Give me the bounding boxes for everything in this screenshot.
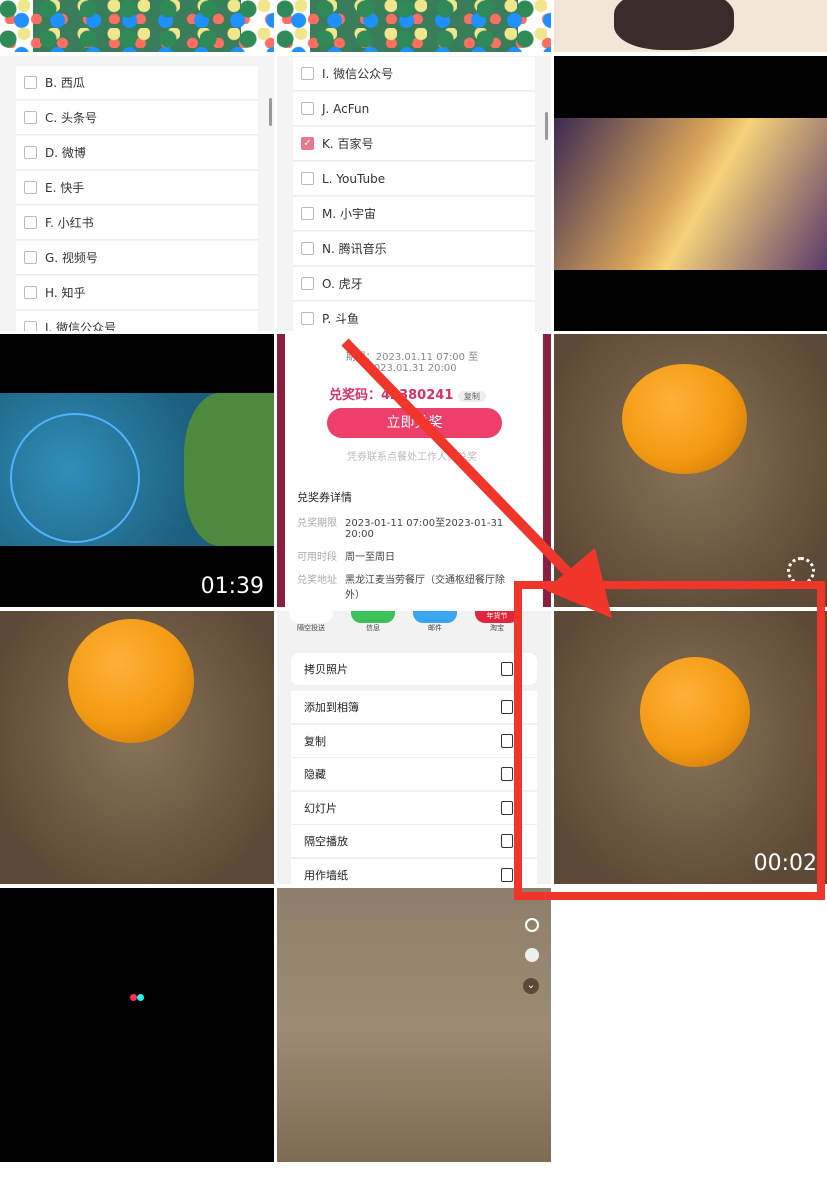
annotation-overlay [341,338,825,900]
annotation-highlight-box [514,581,825,900]
annotation-arrow [341,338,589,594]
